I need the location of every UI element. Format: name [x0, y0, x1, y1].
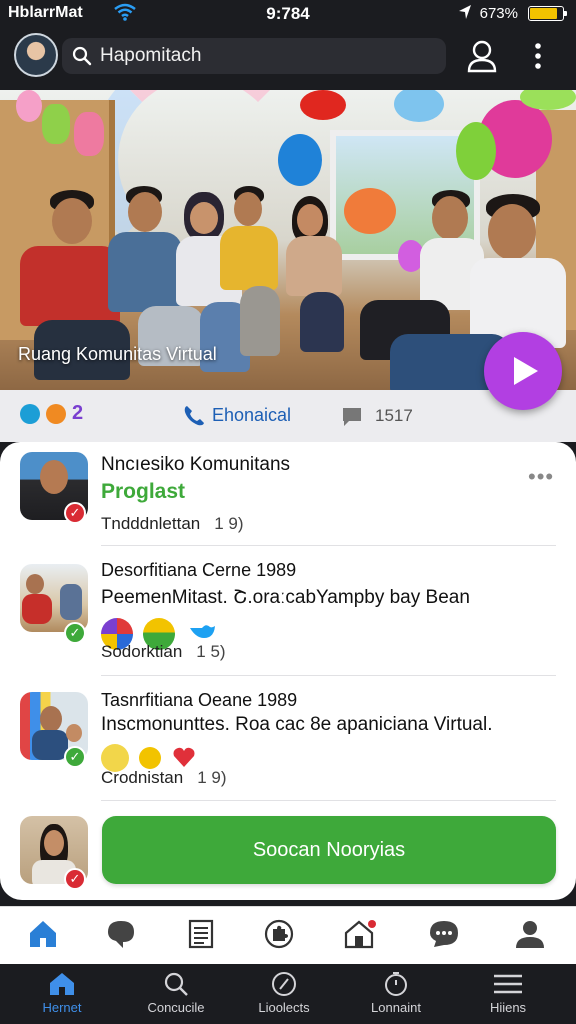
list-item[interactable]: ✓ Tasnrfitiana Oeane 1989 Inscmonunttes.… — [0, 678, 576, 804]
more-options-button[interactable] — [528, 39, 548, 73]
chat-bubble-icon[interactable] — [106, 919, 140, 953]
person — [220, 186, 290, 376]
item-footer-label: Sodorktian — [101, 642, 183, 661]
balloon — [394, 90, 444, 122]
nav-item-home[interactable]: Hernet — [12, 972, 112, 1015]
timer-icon — [385, 972, 407, 996]
item-footer: Sodorktian 1 5) — [101, 642, 226, 662]
profile-button[interactable] — [466, 39, 498, 73]
reaction-orange-icon — [46, 404, 66, 424]
message-dots-icon[interactable] — [428, 919, 462, 953]
reaction-count[interactable]: 2 — [72, 402, 83, 425]
meta-bar: 2 Ehonaical 1517 — [0, 390, 576, 442]
house-notification-icon[interactable] — [344, 919, 378, 953]
balloon — [300, 90, 346, 120]
compass-icon — [272, 972, 296, 996]
heart-icon[interactable] — [172, 746, 196, 770]
emoji-icon[interactable] — [139, 747, 162, 769]
battery-icon — [528, 6, 567, 21]
item-footer-count: 1 5) — [196, 642, 226, 661]
user-icon[interactable] — [514, 919, 548, 953]
bottom-nav: Hernet Concucile Lioolects Lonnaint Hiie… — [0, 964, 576, 1024]
menu-icon — [494, 974, 522, 994]
nav-label: Hernet — [42, 1000, 82, 1015]
document-icon[interactable] — [186, 919, 220, 953]
item-footer: Crodnistan 1 9) — [101, 768, 227, 788]
nav-label: Lonnaint — [371, 1000, 421, 1015]
home-icon — [50, 973, 74, 995]
nav-label: Concucile — [147, 1000, 205, 1015]
nav-item-compass[interactable]: Lioolects — [234, 972, 334, 1015]
nav-label: Lioolects — [258, 1000, 310, 1015]
phone-icon[interactable] — [182, 404, 206, 433]
status-bar: HblarrMat 9:784 673% — [0, 0, 576, 28]
play-button[interactable] — [484, 332, 562, 410]
balloon — [278, 134, 322, 186]
divider — [101, 800, 556, 801]
item-footer: Tndddnlettan 1 9) — [101, 514, 244, 534]
more-horizontal-icon[interactable]: ••• — [528, 464, 554, 490]
list-item[interactable]: ✓ Nncıesiko Komunitans Proglast Tndddnle… — [0, 442, 576, 552]
item-subtitle: PeemenMitast. Շ.oraːcabYampby bay Bean — [101, 587, 470, 608]
nav-item-menu[interactable]: Hiiens — [458, 972, 558, 1015]
primary-cta-button[interactable]: Soocan Nooryias — [102, 816, 556, 884]
toy — [74, 112, 104, 156]
location-arrow-icon — [458, 4, 472, 25]
hero-image[interactable]: Ruang Komunitas Virtual — [0, 90, 576, 390]
nav-label: Hiiens — [489, 1000, 527, 1015]
top-bar: Hapomitach — [0, 28, 576, 90]
more-vertical-icon — [535, 43, 541, 69]
verified-badge-icon: ✓ — [64, 868, 86, 890]
search-input[interactable]: Hapomitach — [62, 38, 446, 74]
hero-caption: Ruang Komunitas Virtual — [18, 344, 217, 364]
toy — [42, 104, 70, 144]
divider — [101, 675, 556, 676]
item-title: Tasnrfitiana Oeane 1989 — [101, 690, 298, 710]
verified-badge-icon: ✓ — [64, 502, 86, 524]
person — [282, 196, 358, 376]
quick-action-bar — [0, 906, 576, 964]
profile-icon — [467, 40, 497, 73]
reaction-blue-icon — [20, 404, 40, 424]
nav-item-timer[interactable]: Lonnaint — [346, 972, 446, 1015]
item-title: Nncıesiko Komunitans — [101, 454, 291, 475]
list-item[interactable]: ✓ Desorfitiana Cerne 1989 PeemenMitast. … — [0, 546, 576, 674]
home-icon[interactable] — [28, 919, 62, 953]
item-footer-label: Crodnistan — [101, 768, 184, 787]
comment-count: 1517 — [375, 406, 413, 425]
verified-badge-icon: ✓ — [64, 746, 86, 768]
puzzle-icon[interactable] — [264, 919, 298, 953]
item-subtitle: Inscmonunttes. Roa cac 8e apaniciana Vir… — [101, 714, 493, 735]
item-title: Desorfitiana Cerne 1989 — [101, 560, 297, 580]
search-text: Hapomitach — [100, 45, 202, 66]
item-footer-count: 1 9) — [214, 514, 244, 533]
feed-card: ✓ Nncıesiko Komunitans Proglast Tndddnle… — [0, 442, 576, 900]
nav-item-search[interactable]: Concucile — [126, 972, 226, 1015]
avatar[interactable] — [14, 33, 58, 77]
call-label[interactable]: Ehonaical — [212, 405, 291, 426]
search-icon — [164, 972, 188, 996]
toy — [16, 90, 42, 122]
comment-icon[interactable] — [341, 406, 363, 433]
verified-badge-icon: ✓ — [64, 622, 86, 644]
item-subtitle: Proglast — [101, 480, 186, 503]
balloon — [456, 122, 496, 180]
battery-percent: 673% — [479, 5, 518, 22]
search-icon — [72, 46, 92, 71]
item-footer-label: Tndddnlettan — [101, 514, 201, 533]
item-footer-count: 1 9) — [197, 768, 227, 787]
play-icon — [514, 357, 538, 385]
